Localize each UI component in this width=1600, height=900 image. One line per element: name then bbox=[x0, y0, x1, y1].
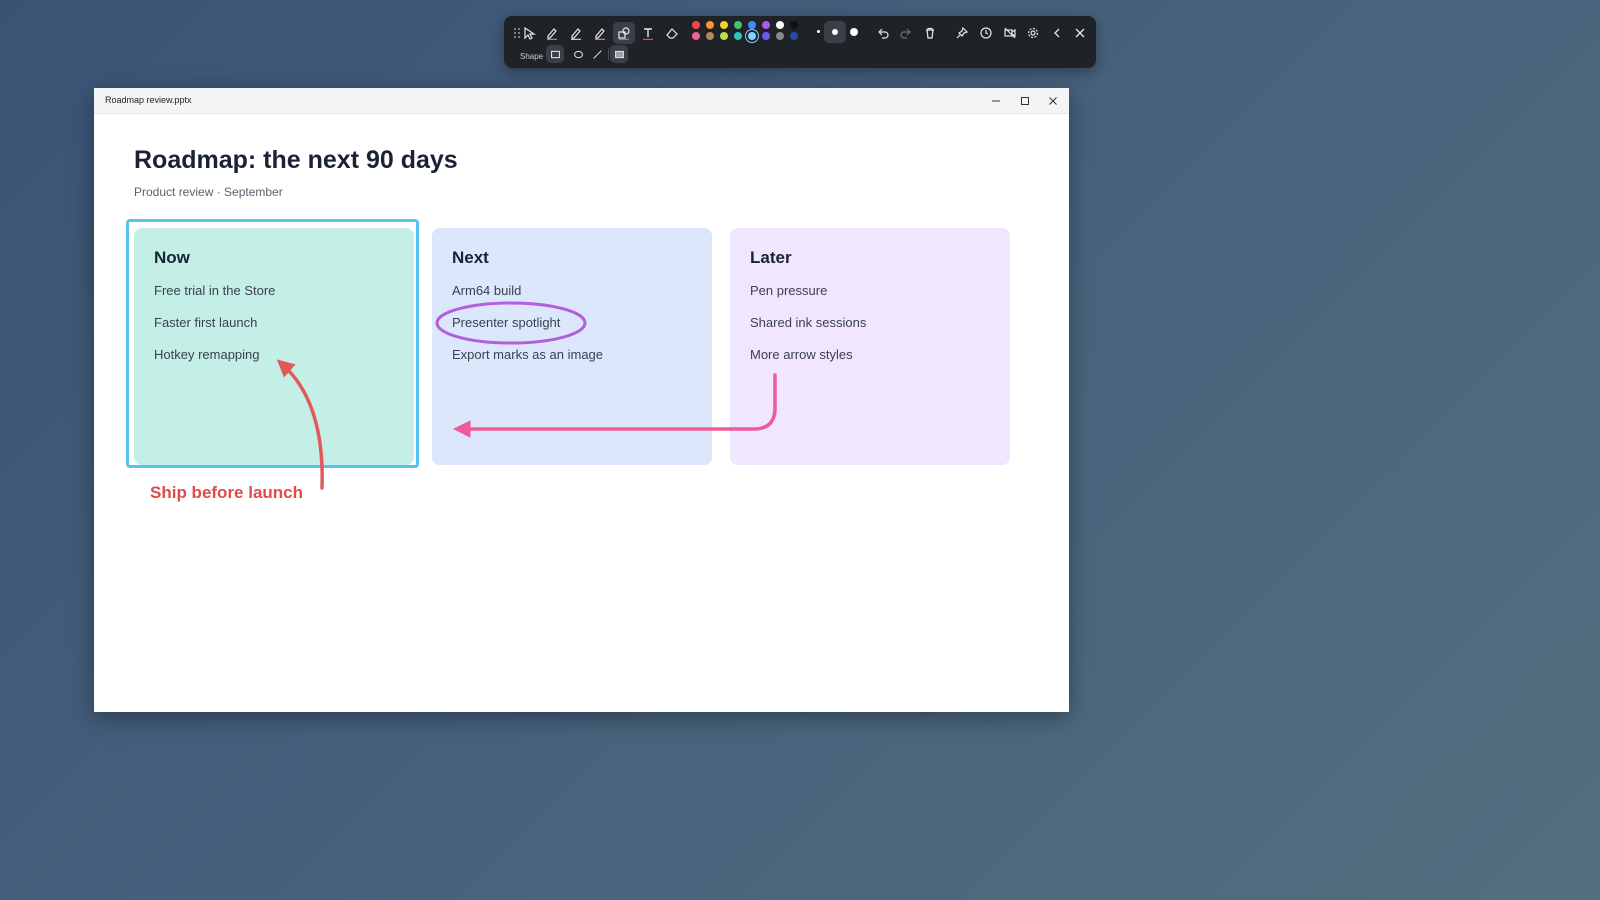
color-swatch[interactable] bbox=[720, 32, 728, 40]
color-swatch[interactable] bbox=[762, 32, 770, 40]
marker-tool-icon[interactable] bbox=[589, 22, 611, 44]
eraser-tool-icon[interactable] bbox=[661, 22, 683, 44]
highlight-rectangle-annotation[interactable] bbox=[126, 219, 419, 468]
roadmap-item: Presenter spotlight bbox=[452, 315, 561, 330]
collapse-chevron-icon[interactable] bbox=[1046, 22, 1068, 44]
roadmap-column-next: Next Arm64 build Presenter spotlight Exp… bbox=[432, 228, 712, 465]
delete-icon[interactable] bbox=[919, 22, 941, 44]
select-tool-icon[interactable] bbox=[518, 22, 540, 44]
title-bar[interactable]: Roadmap review.pptx bbox=[94, 88, 1069, 114]
size-medium-button[interactable] bbox=[824, 21, 846, 43]
color-swatch[interactable] bbox=[692, 21, 700, 29]
settings-gear-icon[interactable] bbox=[1022, 22, 1044, 44]
line-shape-icon[interactable] bbox=[588, 45, 606, 63]
color-swatch[interactable] bbox=[776, 21, 784, 29]
roadmap-item: More arrow styles bbox=[750, 347, 853, 362]
color-swatch[interactable] bbox=[692, 32, 700, 40]
minimize-icon[interactable] bbox=[987, 92, 1005, 110]
text-tool-icon[interactable] bbox=[637, 22, 659, 44]
ink-toolbar: Shape bbox=[504, 16, 1096, 68]
shape-label: Shape bbox=[520, 52, 544, 61]
roadmap-item: Arm64 build bbox=[452, 283, 522, 298]
roadmap-item: Pen pressure bbox=[750, 283, 828, 298]
slide-subtitle: Product review · September bbox=[134, 185, 283, 199]
highlighter-tool-icon[interactable] bbox=[565, 22, 587, 44]
color-swatch[interactable] bbox=[706, 21, 714, 29]
color-swatch[interactable] bbox=[776, 32, 784, 40]
roadmap-item: Export marks as an image bbox=[452, 347, 604, 362]
ellipse-shape-icon[interactable] bbox=[569, 45, 587, 63]
redo-icon[interactable] bbox=[895, 22, 917, 44]
column-title: Later bbox=[750, 248, 792, 267]
shape-tool-icon[interactable] bbox=[613, 22, 635, 44]
color-swatch[interactable] bbox=[748, 32, 756, 40]
undo-icon[interactable] bbox=[872, 22, 894, 44]
column-title: Next bbox=[452, 248, 489, 267]
close-toolbar-icon[interactable] bbox=[1069, 22, 1091, 44]
hide-window-icon[interactable] bbox=[999, 22, 1021, 44]
maximize-icon[interactable] bbox=[1016, 92, 1034, 110]
color-swatch[interactable] bbox=[790, 32, 798, 40]
color-swatch[interactable] bbox=[734, 32, 742, 40]
pin-icon[interactable] bbox=[951, 22, 973, 44]
slide-title: Roadmap: the next 90 days bbox=[134, 146, 458, 174]
color-swatch[interactable] bbox=[720, 21, 728, 29]
annotation-note[interactable]: Ship before launch bbox=[150, 483, 303, 503]
color-swatch[interactable] bbox=[706, 32, 714, 40]
filled-rectangle-shape-icon[interactable] bbox=[610, 45, 628, 63]
rectangle-shape-icon[interactable] bbox=[546, 45, 564, 63]
color-swatch[interactable] bbox=[748, 21, 756, 29]
window-title: Roadmap review.pptx bbox=[105, 95, 192, 105]
close-icon[interactable] bbox=[1044, 92, 1062, 110]
size-large-icon[interactable] bbox=[850, 28, 858, 36]
pen-tool-icon[interactable] bbox=[541, 22, 563, 44]
roadmap-column-later: Later Pen pressure Shared ink sessions M… bbox=[730, 228, 1010, 465]
timer-icon[interactable] bbox=[975, 22, 997, 44]
color-swatch[interactable] bbox=[762, 21, 770, 29]
size-small-icon[interactable] bbox=[817, 30, 820, 33]
color-swatch[interactable] bbox=[790, 21, 798, 29]
roadmap-item: Shared ink sessions bbox=[750, 315, 867, 330]
color-swatch[interactable] bbox=[734, 21, 742, 29]
toolbar-divider bbox=[608, 48, 609, 60]
presentation-window: Roadmap review.pptx Roadmap: the next 90… bbox=[94, 88, 1069, 712]
